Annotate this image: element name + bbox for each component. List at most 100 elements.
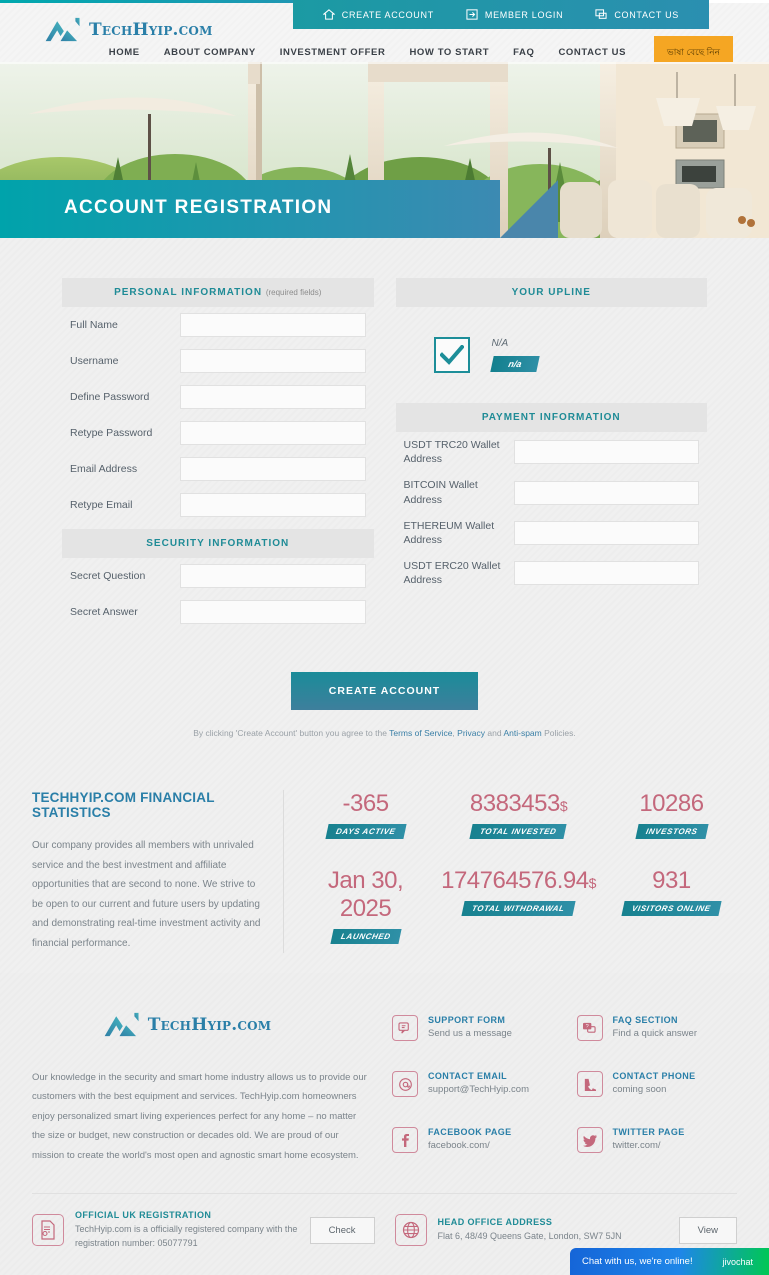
footer-contact-title: FAQ SECTION [612, 1015, 678, 1025]
page-title: ACCOUNT REGISTRATION [64, 197, 333, 218]
footer-contact-twitter[interactable]: TWITTER PAGE twitter.com/ [576, 1127, 738, 1165]
label-secret-question: Secret Question [70, 569, 146, 582]
footer-logo[interactable]: TechHyip.com [2, 1011, 372, 1038]
nav-item-faq[interactable]: FAQ [501, 47, 546, 58]
footer-contact-email[interactable]: CONTACT EMAIL support@TechHyip.com [392, 1071, 553, 1109]
form-left-column: PERSONAL INFORMATION (required fields) F… [62, 278, 374, 630]
input-retype-email[interactable] [180, 493, 366, 517]
stat-launched: Jan 30, 2025 LAUNCHED [300, 867, 431, 944]
stat-visitors-online-badge: VISITORS ONLINE [621, 901, 722, 916]
footer-contact-body: CONTACT EMAIL support@TechHyip.com [428, 1071, 529, 1095]
phone-icon [576, 1071, 603, 1098]
footer-contact-sub: Send us a message [428, 1028, 512, 1039]
input-usdt-erc20[interactable] [513, 561, 699, 586]
page-root: TechHyip.com CREATE ACCOUNT MEMBER LOGIN [0, 0, 769, 1275]
upline-box: N/A n/a [396, 307, 708, 403]
nav-item-how-to-start[interactable]: HOW TO START [397, 47, 501, 58]
auth-member-login[interactable]: MEMBER LOGIN [450, 9, 579, 20]
footer-contact-sub: twitter.com/ [612, 1140, 661, 1152]
checkmark-icon [439, 345, 464, 365]
field-row-retype-email: Retype Email [62, 487, 374, 523]
footer-contact-faq-section[interactable]: ? FAQ SECTION Find a quick answer [576, 1015, 738, 1053]
stat-total-withdrawal: 174764576.94$ TOTAL WITHDRAWAL [441, 867, 596, 944]
hero-section: ACCOUNT REGISTRATION [0, 62, 769, 238]
input-secret-question[interactable] [180, 564, 366, 588]
nav-item-home[interactable]: HOME [97, 47, 152, 58]
financial-statistics-section: TECHHYIP.COM FINANCIAL STATISTICS Our co… [32, 790, 737, 973]
statistics-grid: -365 DAYS ACTIVE 8383453$ TOTAL INVESTED… [284, 790, 737, 953]
footer-contact-sub: Find a quick answer [612, 1028, 697, 1039]
footer-contact-facebook[interactable]: FACEBOOK PAGE facebook.com/ [392, 1127, 553, 1165]
footer-contact-sub: facebook.com/ [428, 1140, 490, 1152]
upline-meta: N/A n/a [489, 338, 540, 372]
footer-contact-title: SUPPORT FORM [428, 1015, 506, 1025]
upline-status-badge: n/a [489, 356, 540, 372]
at-email-icon [392, 1071, 418, 1098]
chat-widget[interactable]: Chat with us, we're online! jivochat [570, 1248, 769, 1275]
stat-investors-value: 10286 [639, 790, 704, 817]
label-ethereum: ETHEREUM Wallet Address [403, 519, 495, 546]
auth-member-login-label: MEMBER LOGIN [484, 9, 564, 20]
field-row-retype-password: Retype Password [62, 415, 374, 451]
auth-create-account[interactable]: CREATE ACCOUNT [307, 9, 450, 20]
view-address-button[interactable]: View [678, 1216, 737, 1244]
input-username[interactable] [180, 349, 366, 373]
footer-contact-phone[interactable]: CONTACT PHONE coming soon [576, 1071, 738, 1109]
stat-investors-badge: INVESTORS [635, 824, 708, 839]
mountain-logo-icon [104, 1012, 139, 1037]
footer-row-body: OFFICIAL UK REGISTRATION TechHyip.com is… [75, 1210, 299, 1250]
nav-item-about-company[interactable]: ABOUT COMPANY [152, 47, 268, 58]
stat-launched-badge: LAUNCHED [330, 929, 401, 944]
input-secret-answer[interactable] [180, 600, 366, 624]
payment-information-heading: PAYMENT INFORMATION [395, 403, 707, 432]
twitter-bird-icon [576, 1127, 603, 1154]
stat-total-invested-badge: TOTAL INVESTED [469, 824, 568, 839]
footer-contact-body: FACEBOOK PAGE facebook.com/ [428, 1127, 512, 1151]
input-ethereum[interactable] [513, 520, 699, 545]
input-define-password[interactable] [180, 385, 366, 409]
footer-row-body: HEAD OFFICE ADDRESS Flat 6, 48/49 Queens… [438, 1217, 668, 1244]
field-row-define-password: Define Password [62, 379, 374, 415]
input-full-name[interactable] [180, 313, 366, 337]
statistics-description: Our company provides all members with un… [32, 840, 261, 949]
footer-contact-support-form[interactable]: SUPPORT FORM Send us a message [392, 1015, 553, 1053]
field-row-bitcoin: BITCOIN Wallet Address [396, 472, 708, 512]
form-right-column: YOUR UPLINE N/A n/a PAYMENT INFORMATION [395, 278, 708, 630]
footer-contact-title: TWITTER PAGE [612, 1127, 685, 1138]
link-privacy[interactable]: Privacy [457, 728, 485, 738]
registration-content: PERSONAL INFORMATION (required fields) F… [0, 238, 769, 973]
facebook-icon [392, 1127, 418, 1154]
personal-information-subtitle: (required fields) [265, 288, 322, 297]
footer-row-head-office: HEAD OFFICE ADDRESS Flat 6, 48/49 Queens… [394, 1210, 737, 1250]
label-retype-password: Retype Password [70, 426, 153, 439]
security-information-title: SECURITY INFORMATION [146, 538, 290, 549]
statistics-intro: TECHHYIP.COM FINANCIAL STATISTICS Our co… [32, 790, 284, 953]
personal-information-heading: PERSONAL INFORMATION (required fields) [62, 278, 374, 307]
upline-checkbox[interactable] [433, 337, 470, 373]
stat-total-invested-value: 8383453$ [469, 790, 568, 817]
stat-days-active: -365 DAYS ACTIVE [300, 790, 431, 839]
footer-contact-sub: coming soon [612, 1084, 667, 1096]
auth-contact-us[interactable]: CONTACT US [579, 9, 695, 20]
link-anti-spam[interactable]: Anti-spam [503, 728, 541, 738]
check-registration-button[interactable]: Check [309, 1216, 375, 1244]
footer-row-uk-registration: OFFICIAL UK REGISTRATION TechHyip.com is… [32, 1210, 375, 1250]
link-terms-of-service[interactable]: Terms of Service [389, 728, 452, 738]
stat-investors: 10286 INVESTORS [606, 790, 737, 839]
stat-days-active-value: -365 [342, 790, 390, 817]
footer-contact-title: CONTACT PHONE [612, 1071, 696, 1082]
input-usdt-trc20[interactable] [513, 440, 699, 465]
input-retype-password[interactable] [180, 421, 366, 445]
personal-information-title: PERSONAL INFORMATION [114, 287, 263, 298]
field-row-secret-question: Secret Question [62, 558, 374, 594]
nav-item-investment-offer[interactable]: INVESTMENT OFFER [268, 47, 398, 58]
field-row-full-name: Full Name [62, 307, 374, 343]
input-email-address[interactable] [180, 457, 366, 481]
input-bitcoin[interactable] [513, 480, 699, 505]
footer-row-sub: Flat 6, 48/49 Queens Gate, London, SW7 5… [437, 1231, 622, 1242]
nav-item-contact-us[interactable]: CONTACT US [546, 47, 638, 58]
create-account-button[interactable]: CREATE ACCOUNT [290, 672, 479, 710]
chat-bubbles-icon [595, 9, 607, 19]
globe-icon [394, 1214, 427, 1247]
payment-information-title: PAYMENT INFORMATION [481, 412, 621, 423]
